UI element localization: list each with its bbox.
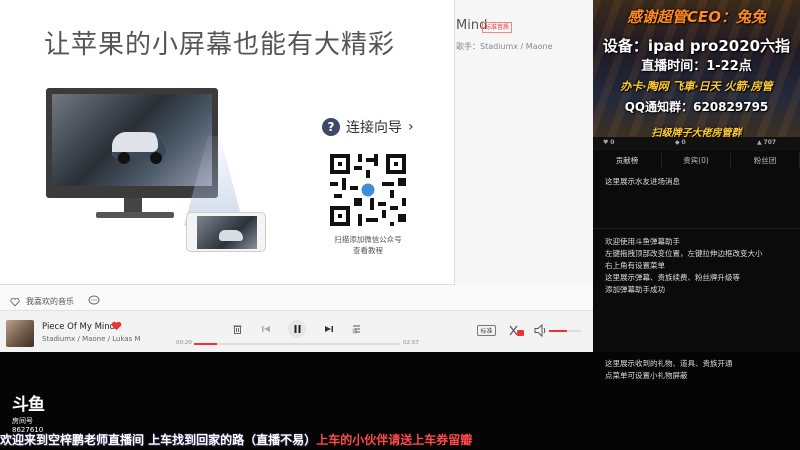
stat-1: ♥ 0 (603, 139, 615, 146)
quality-tag: 标准音质 (482, 22, 513, 33)
phone-illustration (186, 212, 266, 252)
volume-icon[interactable] (534, 324, 546, 337)
sound-effect-icon[interactable] (508, 324, 524, 337)
liked-music-label: 我喜欢的音乐 (26, 297, 74, 306)
ticker-request: 上车的小伙伴请送上车券留瓣 (316, 433, 473, 447)
airplay-promo-overlay: 让苹果的小屏幕也能有大精彩 ? 连接向导 › 扫描添加微信公众号 查看教程 (0, 0, 455, 285)
promo-title: 让苹果的小屏幕也能有大精彩 (44, 30, 396, 60)
stat-2: ◆ 0 (675, 139, 686, 146)
heart-filled-icon[interactable] (111, 321, 122, 331)
tab-contribution[interactable]: 贡献榜 (593, 153, 662, 168)
banner-hours: 直播时间：1-22点 (641, 59, 752, 74)
liked-music-link[interactable]: 我喜欢的音乐 (10, 296, 74, 307)
stream-screen: Mind 标准音质 歌手：Stadiumx / Maone 让苹果的小屏幕也能有… (0, 0, 800, 450)
ticker-welcome: 欢迎来到空梓鹏老师直播间 上车找到回家的路（直播不易） (0, 433, 317, 447)
connect-guide-link[interactable]: ? 连接向导 › (322, 117, 414, 137)
stream-side-panel: 感谢超管CEO：兔兔 设备：ipad pro2020六指 直播时间：1-22点 … (593, 0, 800, 352)
douyu-watermark: 斗鱼 房间号 8627610 (12, 390, 56, 434)
streamer-info-banner: 感谢超管CEO：兔兔 设备：ipad pro2020六指 直播时间：1-22点 … (593, 0, 800, 140)
monitor-neck (124, 198, 142, 212)
time-current: 00:20 (176, 340, 192, 346)
scrolling-ticker: 欢迎来到空梓鹏老师直播间 上车找到回家的路（直播不易）上车的小伙伴请送上车券留瓣 (0, 431, 472, 448)
banner-device: 设备：ipad pro2020六指 (602, 37, 791, 55)
trash-icon[interactable] (231, 322, 243, 336)
game-screenshot (52, 94, 212, 186)
divider (593, 228, 800, 229)
quality-button[interactable]: 标准 (477, 325, 496, 336)
connect-guide-label: 连接向导 (346, 120, 402, 136)
entry-messages: 这里展示水友进场消息 (605, 177, 680, 186)
douyu-logo: 斗鱼 (12, 395, 45, 415)
tab-fan-club[interactable]: 粉丝团 (731, 153, 800, 168)
comment-icon[interactable] (88, 295, 100, 306)
danmaku-messages: 欢迎使用斗鱼弹幕助手 左键拖拽顶部改变位置，左键拉伸边框改变大小 右上角有设置菜… (605, 237, 763, 294)
stat-3: ▲ 707 (757, 139, 777, 146)
svg-text:词: 词 (352, 328, 357, 334)
stats-row: ♥ 0 ◆ 0 ▲ 707 (593, 137, 800, 151)
time-total: 02:57 (403, 340, 419, 346)
heart-outline-icon (10, 297, 20, 306)
previous-track-icon[interactable] (260, 322, 272, 336)
qr-caption: 扫描添加微信公众号 查看教程 (334, 235, 402, 255)
chevron-right-icon: › (408, 119, 414, 135)
banner-qq-group: QQ通知群：620829795 (624, 100, 769, 114)
monitor-base (96, 212, 174, 218)
now-playing-title[interactable]: Piece Of My Mind (42, 322, 115, 332)
progress-fill (194, 343, 217, 345)
rank-tabs: 贡献榜 贵宾(0) 粉丝团 (593, 153, 800, 168)
album-cover[interactable] (6, 320, 34, 347)
gift-messages: 这里展示收到的礼物、道具、贵族开通 点菜单可设置小礼物屏蔽 (605, 359, 733, 380)
room-label: 房间号 (12, 417, 33, 425)
playback-bar: Piece Of My Mind Stadiumx / Maone / Luka… (0, 310, 593, 352)
progress-bar[interactable] (194, 343, 400, 345)
lyrics-icon[interactable]: 词 (350, 322, 362, 336)
now-playing-artist[interactable]: Stadiumx / Maone / Lukas M (42, 335, 141, 343)
tab-vip[interactable]: 贵宾(0) (662, 153, 731, 168)
volume-fill (549, 330, 567, 332)
help-icon: ? (322, 118, 340, 136)
banner-services: 办卡·陶网 飞車·日天 火箭·房管 (620, 80, 773, 93)
pause-button[interactable] (288, 320, 306, 338)
banner-thanks: 感谢超管CEO：兔兔 (626, 8, 766, 26)
bg-singer-line[interactable]: 歌手：Stadiumx / Maone (456, 41, 553, 52)
wechat-qr-code (326, 150, 410, 230)
volume-slider[interactable] (549, 330, 581, 332)
next-track-icon[interactable] (323, 322, 335, 336)
monitor-illustration (46, 88, 218, 198)
music-player-window: Mind 标准音质 歌手：Stadiumx / Maone 让苹果的小屏幕也能有… (0, 0, 593, 352)
